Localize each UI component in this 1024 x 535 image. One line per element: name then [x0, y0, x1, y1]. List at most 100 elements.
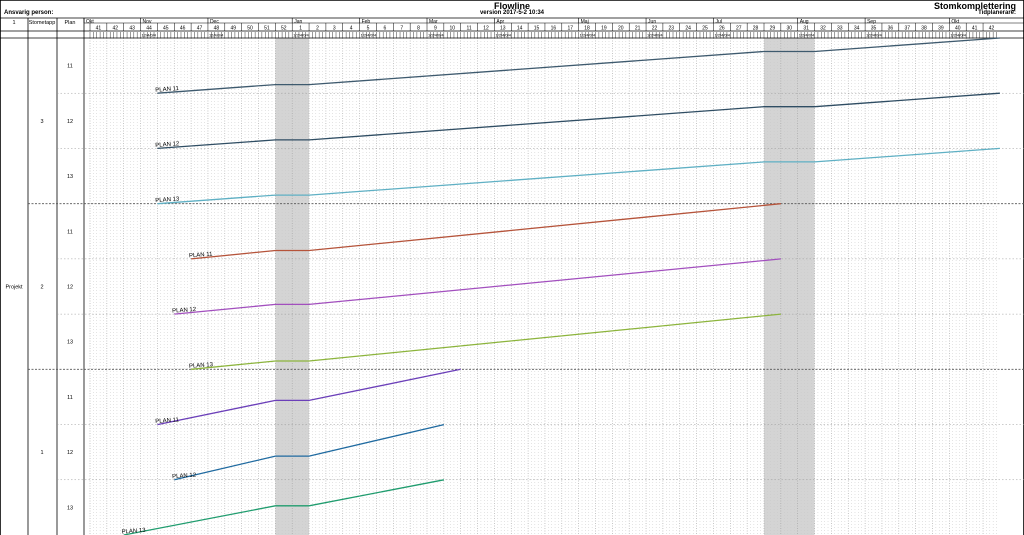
week-label: 10 [449, 26, 455, 32]
plan-label: 12 [67, 119, 73, 125]
month-label: Feb [362, 19, 371, 25]
plan-label: 11 [67, 395, 73, 401]
week-label: 44 [146, 26, 152, 32]
flowline-series: PLAN 11 PLAN 12 PLAN 13 PLAN 11 PLAN 12 PLAN … [121, 37, 1000, 535]
week-label: 28 [753, 26, 759, 32]
series-label: PLAN 11 [155, 417, 180, 425]
column-header: 1 [12, 20, 15, 26]
month-label: Maj [581, 19, 589, 25]
month-label: Jul [715, 19, 721, 25]
table-frame [0, 0, 1024, 535]
nonwork-band [764, 38, 815, 535]
stage-label: 1 [40, 450, 43, 456]
month-label: Aug [800, 19, 809, 25]
week-label: 30 [786, 26, 792, 32]
week-label: 51 [264, 26, 270, 32]
week-label: 16 [551, 26, 557, 32]
plan-label: 13 [67, 340, 73, 346]
week-label: 18 [584, 26, 590, 32]
plan-label: 11 [67, 229, 73, 235]
week-label: 15 [534, 26, 540, 32]
week-label: 22 [652, 26, 658, 32]
time-axis: 1 Stometapp Plan Okt Nov Dec Jan Feb Mar Apr Maj Ju… [12, 18, 1024, 38]
week-label: 6 [383, 26, 386, 32]
column-header: Stometapp [29, 20, 56, 26]
week-label: 9 [434, 26, 437, 32]
week-label: 33 [837, 26, 843, 32]
week-label: 7 [400, 26, 403, 32]
month-label: Dec [210, 19, 219, 25]
month-label: Sep [867, 19, 876, 25]
header-bar: Flowline version 2017-5-2 10:34 Ansvarig… [0, 0, 1024, 18]
week-label: 45 [163, 26, 169, 32]
week-label: 49 [230, 26, 236, 32]
grid-lines [89, 38, 997, 535]
week-label: 52 [281, 26, 287, 32]
project-label: Projekt [5, 285, 23, 291]
week-label: 26 [719, 26, 725, 32]
week-label: 36 [888, 26, 894, 32]
month-label: Apr [496, 19, 504, 25]
week-label: 31 [803, 26, 809, 32]
stage-label: 2 [40, 285, 43, 291]
week-label: 25 [702, 26, 708, 32]
month-label: Okt [951, 19, 959, 25]
plan-label: 11 [67, 64, 73, 70]
month-label: Nov [143, 19, 152, 25]
series-label: PLAN 13 [155, 196, 180, 204]
column-header: Plan [64, 20, 75, 26]
month-label: Jun [648, 19, 656, 25]
plan-label: 12 [67, 450, 73, 456]
series-label: PLAN 12 [172, 307, 197, 315]
series-label: PLAN 13 [121, 528, 146, 535]
series-label: PLAN 12 [155, 141, 180, 149]
flowline-chart: 1 Stometapp Plan Okt Nov Dec Jan Feb Mar Apr Maj Ju… [0, 0, 1024, 535]
week-label: 3 [333, 26, 336, 32]
week-label: 23 [669, 26, 675, 32]
month-label: Mar [429, 19, 438, 25]
week-label: 38 [921, 26, 927, 32]
week-label: 14 [517, 26, 523, 32]
week-label: 47 [197, 26, 203, 32]
week-label: 2 [316, 26, 319, 32]
week-label: 50 [247, 26, 253, 32]
week-label: 29 [770, 26, 776, 32]
plan-label: 13 [67, 174, 73, 180]
responsible-person-label: Ansvarig person: [4, 10, 54, 16]
month-label: Jan [294, 19, 302, 25]
week-label: 42 [989, 26, 995, 32]
week-label: 20 [618, 26, 624, 32]
series-label: PLAN 12 [172, 473, 197, 481]
week-label: 8 [417, 26, 420, 32]
plan-label: 12 [67, 285, 73, 291]
stage-label: 3 [40, 119, 43, 125]
week-label: 48 [214, 26, 220, 32]
week-label: 39 [938, 26, 944, 32]
week-label: 27 [736, 26, 742, 32]
week-label: 4 [350, 26, 353, 32]
week-label: 34 [854, 26, 860, 32]
series-label: PLAN 13 [189, 362, 214, 370]
week-label: 13 [500, 26, 506, 32]
week-label: 11 [467, 26, 472, 32]
week-label: 32 [820, 26, 826, 32]
week-label: 1 [299, 26, 302, 32]
version-label: version 2017-5-2 10:34 [479, 10, 545, 16]
week-label: 43 [129, 26, 135, 32]
week-label: 24 [685, 26, 691, 32]
series-label: PLAN 11 [189, 252, 214, 260]
week-label: 46 [180, 26, 186, 32]
week-label: 5 [367, 26, 370, 32]
week-label: 41 [96, 26, 102, 32]
week-label: 41 [972, 26, 978, 32]
series-label: PLAN 11 [155, 86, 180, 94]
week-label: 12 [483, 26, 489, 32]
week-label: 42 [112, 26, 118, 32]
week-label: 21 [635, 26, 641, 32]
week-label: 37 [904, 26, 910, 32]
week-label: 17 [567, 26, 573, 32]
week-label: 19 [601, 26, 607, 32]
week-label: 40 [955, 26, 961, 32]
week-label: 35 [871, 26, 877, 32]
planners-label: Tidplanerare: [978, 10, 1016, 16]
